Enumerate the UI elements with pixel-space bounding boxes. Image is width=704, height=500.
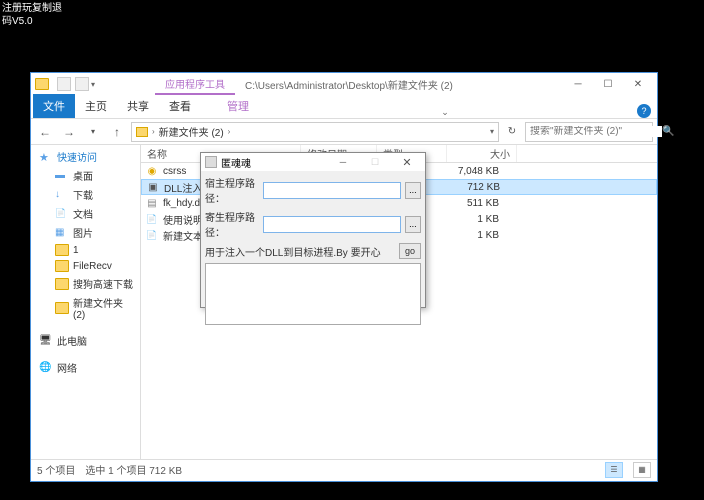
search-box[interactable]: 🔍	[525, 122, 653, 142]
browse-parasite-button[interactable]: ...	[405, 216, 421, 233]
picture-icon	[55, 227, 69, 239]
dll-icon	[145, 196, 159, 210]
sidebar-downloads[interactable]: 下载	[31, 185, 140, 204]
sidebar-sogou[interactable]: 搜狗高速下载	[31, 274, 140, 293]
txt-icon	[145, 212, 159, 226]
contextual-tab-label: 应用程序工具	[155, 74, 235, 95]
address-bar[interactable]: › 新建文件夹 (2) › ▾	[131, 122, 499, 142]
navigation-pane: 快速访问 桌面 下载 文档 图片 1 FileRecv 搜狗高速下载 新建文件夹…	[31, 145, 141, 459]
tab-home[interactable]: 主页	[75, 94, 117, 118]
download-icon	[55, 189, 69, 201]
back-button[interactable]: ←	[35, 122, 55, 142]
recent-dropdown[interactable]: ▾	[83, 122, 103, 142]
window-title: C:\Users\Administrator\Desktop\新建文件夹 (2)	[245, 77, 453, 92]
pc-icon	[39, 335, 53, 347]
minimize-button[interactable]: ─	[563, 73, 593, 95]
folder-icon	[136, 127, 148, 137]
go-button[interactable]: go	[399, 243, 421, 259]
quick-access-toolbar	[57, 77, 89, 91]
search-icon[interactable]: 🔍	[662, 126, 674, 138]
desktop-watermark: 注册玩复制退码V5.0	[2, 2, 62, 28]
icons-view-button[interactable]: ▦	[633, 462, 651, 478]
app-icon	[146, 180, 160, 194]
desktop-icon	[55, 170, 69, 182]
item-count: 5 个项目	[37, 462, 75, 477]
up-button[interactable]: ↑	[107, 122, 127, 142]
exe-icon	[145, 164, 159, 178]
forward-button[interactable]: →	[59, 122, 79, 142]
sidebar-newfolder[interactable]: 新建文件夹 (2)	[31, 293, 140, 323]
details-view-button[interactable]: ☰	[605, 462, 623, 478]
minimize-button[interactable]: ─	[329, 154, 357, 170]
injector-dialog: 匿魂魂 ─ ☐ ✕ 宿主程序路径： ... 寄生程序路径： ... 用于注入一个…	[200, 152, 426, 308]
sidebar-filerecv[interactable]: FileRecv	[31, 258, 140, 274]
maximize-button[interactable]: ☐	[361, 154, 389, 170]
navigation-bar: ← → ▾ ↑ › 新建文件夹 (2) › ▾ ↻ 🔍	[31, 119, 657, 145]
tab-share[interactable]: 共享	[117, 94, 159, 118]
star-icon	[39, 151, 53, 163]
folder-icon	[55, 278, 69, 290]
txt-icon	[145, 228, 159, 242]
folder-icon	[35, 78, 49, 90]
refresh-button[interactable]: ↻	[503, 122, 521, 142]
close-button[interactable]: ✕	[393, 154, 421, 170]
document-icon	[55, 208, 69, 220]
breadcrumb[interactable]: 新建文件夹 (2)	[159, 124, 224, 139]
selection-info: 选中 1 个项目 712 KB	[85, 462, 182, 477]
titlebar[interactable]: ▾ 应用程序工具 C:\Users\Administrator\Desktop\…	[31, 73, 657, 95]
sidebar-desktop[interactable]: 桌面	[31, 166, 140, 185]
host-path-label: 宿主程序路径：	[205, 175, 259, 205]
qat-dropdown-icon[interactable]: ▾	[91, 80, 95, 89]
column-size[interactable]: 大小	[447, 145, 517, 162]
ribbon-chevron-icon[interactable]: ⌄	[441, 107, 449, 118]
maximize-button[interactable]: ☐	[593, 73, 623, 95]
chevron-icon[interactable]: ›	[228, 127, 231, 136]
help-icon[interactable]: ?	[637, 104, 651, 118]
parasite-path-input[interactable]	[263, 216, 401, 233]
chevron-icon[interactable]: ›	[152, 127, 155, 136]
ribbon-tabs: 文件 主页 共享 查看 管理 ⌄ ?	[31, 95, 657, 119]
sidebar-folder-1[interactable]: 1	[31, 242, 140, 258]
folder-icon	[55, 302, 69, 314]
search-input[interactable]	[530, 126, 662, 137]
tab-view[interactable]: 查看	[159, 94, 201, 118]
network-icon	[39, 362, 53, 374]
sidebar-quick-access[interactable]: 快速访问	[31, 147, 140, 166]
dialog-description: 用于注入一个DLL到目标进程.By 要开心	[205, 244, 381, 259]
folder-icon	[55, 244, 69, 256]
parasite-path-label: 寄生程序路径：	[205, 209, 259, 239]
folder-icon	[55, 260, 69, 272]
dialog-titlebar[interactable]: 匿魂魂 ─ ☐ ✕	[201, 153, 425, 171]
tab-file[interactable]: 文件	[33, 94, 75, 118]
sidebar-pictures[interactable]: 图片	[31, 223, 140, 242]
sidebar-documents[interactable]: 文档	[31, 204, 140, 223]
browse-host-button[interactable]: ...	[405, 182, 421, 199]
address-dropdown-icon[interactable]: ▾	[490, 127, 494, 136]
dialog-title: 匿魂魂	[221, 155, 251, 170]
qat-newfolder[interactable]	[75, 77, 89, 91]
log-output[interactable]	[205, 263, 421, 325]
qat-properties[interactable]	[57, 77, 71, 91]
tab-manage[interactable]: 管理	[217, 94, 259, 118]
sidebar-this-pc[interactable]: 此电脑	[31, 331, 140, 350]
host-path-input[interactable]	[263, 182, 401, 199]
close-button[interactable]: ✕	[623, 73, 653, 95]
status-bar: 5 个项目 选中 1 个项目 712 KB ☰ ▦	[31, 459, 657, 479]
sidebar-network[interactable]: 网络	[31, 358, 140, 377]
app-icon	[205, 156, 217, 168]
